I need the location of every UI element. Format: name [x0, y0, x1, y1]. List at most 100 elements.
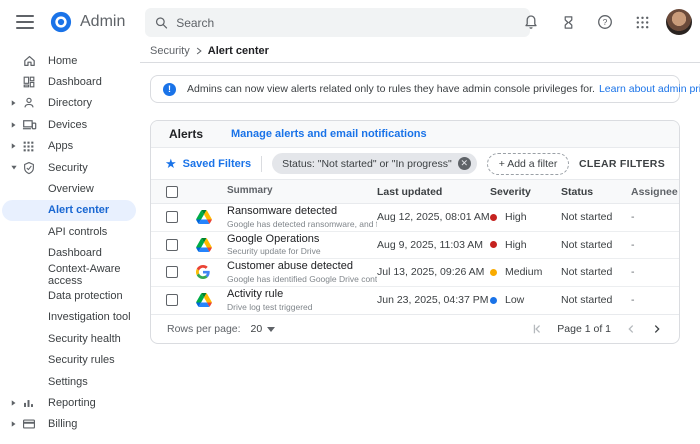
alert-title: Customer abuse detected — [227, 260, 377, 274]
sidebar-item-investigation-tool[interactable]: Investigation tool — [0, 307, 140, 328]
drive-icon — [196, 293, 227, 307]
page-info: Page 1 of 1 — [557, 323, 611, 335]
sidebar-item-billing[interactable]: Billing — [0, 414, 140, 435]
sidebar-item-label: Investigation tool — [48, 311, 131, 323]
person-icon — [22, 96, 48, 110]
table-row[interactable]: Customer abuse detected Google has ident… — [151, 259, 679, 287]
sidebar-item-directory[interactable]: Directory — [0, 93, 140, 114]
sidebar-item-label: Devices — [48, 119, 87, 131]
sidebar-item-security-dashboard[interactable]: Dashboard — [0, 243, 140, 264]
sidebar-item-alert-center[interactable]: Alert center — [2, 200, 136, 221]
sidebar-item-label: Settings — [48, 376, 88, 388]
divider — [261, 156, 262, 172]
row-checkbox[interactable] — [166, 211, 178, 223]
alert-assignee: - — [631, 266, 679, 278]
search-input[interactable] — [176, 16, 520, 30]
alert-status: Not started — [561, 294, 631, 306]
column-status: Status — [561, 186, 631, 198]
expand-down-icon — [10, 164, 22, 171]
sidebar-item-label: Reporting — [48, 397, 96, 409]
sidebar-item-devices[interactable]: Devices — [0, 114, 140, 135]
search-icon — [155, 16, 168, 30]
severity-label: Medium — [505, 266, 542, 278]
alert-updated: Jul 13, 2025, 09:26 AM — [377, 266, 490, 278]
expand-right-icon — [10, 142, 22, 150]
info-banner: ! Admins can now view alerts related onl… — [150, 75, 680, 103]
sidebar-item-label: Home — [48, 55, 77, 67]
row-checkbox[interactable] — [166, 294, 178, 306]
severity-dot — [490, 269, 497, 276]
table-row[interactable]: Ransomware detected Google has detected … — [151, 204, 679, 232]
shield-icon — [22, 161, 48, 175]
sidebar-item-label: Security — [48, 162, 88, 174]
notifications-bell-icon[interactable] — [518, 9, 544, 35]
sidebar-item-apps[interactable]: Apps — [0, 136, 140, 157]
row-checkbox[interactable] — [166, 266, 178, 278]
alert-assignee: - — [631, 239, 679, 251]
sidebar-item-label: Security rules — [48, 354, 115, 366]
rows-per-page-value: 20 — [251, 323, 263, 335]
sidebar-item-security-health[interactable]: Security health — [0, 328, 140, 349]
column-summary: Summary — [227, 185, 377, 198]
clear-filters-button[interactable]: CLEAR FILTERS — [579, 158, 665, 170]
alert-updated: Aug 12, 2025, 08:01 AM — [377, 211, 490, 223]
table-row[interactable]: Activity rule Drive log test triggered J… — [151, 287, 679, 315]
sidebar-item-label: Security health — [48, 333, 121, 345]
alert-title: Google Operations — [227, 233, 377, 247]
chevron-right-icon — [196, 47, 202, 55]
help-icon[interactable]: ? — [592, 9, 618, 35]
user-avatar[interactable] — [666, 9, 692, 35]
severity-label: Low — [505, 294, 524, 306]
status-filter-chip[interactable]: Status: "Not started" or "In progress" ✕ — [272, 153, 477, 174]
previous-page-button[interactable] — [625, 323, 637, 335]
sidebar-item-settings[interactable]: Settings — [0, 371, 140, 392]
table-row[interactable]: Google Operations Security update for Dr… — [151, 232, 679, 260]
admin-console: Admin ? — [0, 0, 700, 444]
info-icon: ! — [163, 83, 176, 96]
select-all-checkbox[interactable] — [166, 186, 178, 198]
sidebar-item-label: Dashboard — [48, 76, 102, 88]
expand-right-icon — [10, 121, 22, 129]
add-filter-button[interactable]: + Add a filter — [487, 153, 570, 175]
sidebar-item-data-protection[interactable]: Data protection — [0, 285, 140, 306]
sidebar-item-security[interactable]: Security — [0, 157, 140, 178]
alert-subtitle: Security update for Drive — [227, 246, 377, 257]
pagination-bar: Rows per page: 20 Page 1 of 1 — [151, 314, 679, 343]
apps-grid-icon[interactable] — [629, 9, 655, 35]
sidebar-item-dashboard[interactable]: Dashboard — [0, 71, 140, 92]
sidebar-item-api-controls[interactable]: API controls — [0, 221, 140, 242]
filter-bar: ★ Saved Filters Status: "Not started" or… — [151, 148, 679, 179]
sidebar-item-home[interactable]: Home — [0, 50, 140, 71]
header-divider — [140, 62, 700, 63]
sidebar-item-security-rules[interactable]: Security rules — [0, 349, 140, 370]
banner-learn-link[interactable]: Learn about admin privileges — [599, 83, 700, 95]
sidebar-item-label: Billing — [48, 418, 77, 430]
column-assignee: Assignee — [631, 186, 679, 198]
severity-dot — [490, 214, 497, 221]
row-checkbox[interactable] — [166, 239, 178, 251]
alert-subtitle: Google has detected ransomware, and fil.… — [227, 219, 377, 230]
apps-icon — [22, 140, 48, 153]
first-page-button[interactable] — [531, 323, 543, 335]
main-content: Security Alert center ! Admins can now v… — [140, 44, 700, 444]
remove-filter-icon[interactable]: ✕ — [458, 157, 471, 170]
sidebar-item-label: API controls — [48, 226, 107, 238]
manage-alerts-link[interactable]: Manage alerts and email notifications — [231, 128, 427, 140]
drive-icon — [196, 210, 227, 224]
alert-title: Activity rule — [227, 288, 377, 302]
sidebar-item-overview[interactable]: Overview — [0, 178, 140, 199]
alerts-title: Alerts — [169, 127, 203, 141]
breadcrumb-security-link[interactable]: Security — [150, 45, 190, 57]
next-page-button[interactable] — [651, 323, 663, 335]
alert-subtitle: Google has identified Google Drive conte… — [227, 274, 377, 285]
rows-per-page-label: Rows per page: — [167, 323, 241, 335]
rows-per-page-select[interactable]: 20 — [251, 323, 276, 335]
sidebar-item-reporting[interactable]: Reporting — [0, 392, 140, 413]
search-bar[interactable] — [145, 8, 530, 37]
tasks-hourglass-icon[interactable] — [555, 9, 581, 35]
home-icon — [22, 53, 48, 68]
menu-icon[interactable] — [16, 15, 34, 29]
sidebar-item-context-aware-access[interactable]: Context-Aware access — [0, 264, 140, 285]
saved-filters-button[interactable]: Saved Filters — [183, 158, 251, 170]
credit-card-icon — [22, 417, 48, 431]
